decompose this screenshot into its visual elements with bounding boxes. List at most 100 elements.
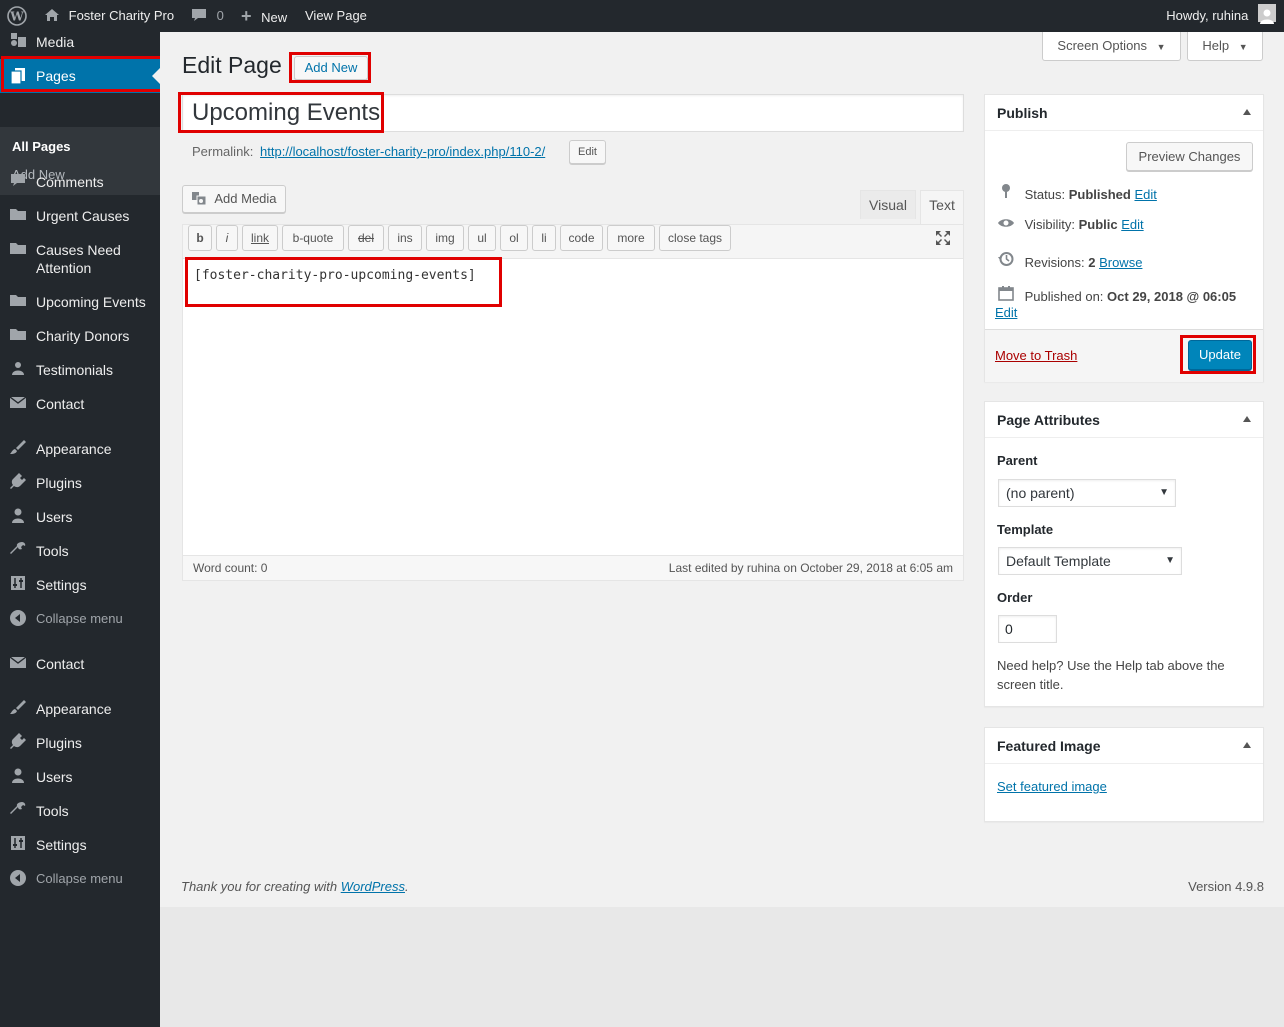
sidebar-item-media[interactable]: Media: [0, 32, 160, 52]
sidebar-item-causes-need-attention[interactable]: Causes Need Attention: [0, 240, 160, 280]
fullscreen-expand-icon[interactable]: [934, 229, 952, 247]
sidebar-item-urgent-causes[interactable]: Urgent Causes: [0, 206, 160, 226]
sidebar-item-users[interactable]: Users: [0, 507, 160, 527]
qt-more-button[interactable]: more: [607, 225, 655, 251]
sidebar-item-settings-2[interactable]: Settings: [0, 835, 160, 855]
admin-bar: W Foster Charity Pro 0 + New View Page H…: [0, 0, 1284, 32]
add-media-label: Add Media: [214, 191, 277, 206]
sidebar-item-tools[interactable]: Tools: [0, 541, 160, 561]
qt-code-label: code: [568, 231, 595, 245]
select-arrow-icon: ▼: [1159, 487, 1169, 498]
permalink-link[interactable]: http://localhost/foster-charity-pro/inde…: [260, 144, 545, 159]
order-input[interactable]: 0: [998, 615, 1057, 643]
visibility-edit-link[interactable]: Edit: [1121, 217, 1143, 232]
page-bottom-area: [160, 907, 1284, 1027]
revisions-row: Revisions: 2 Browse: [997, 251, 1142, 270]
revisions-browse-link[interactable]: Browse: [1099, 255, 1142, 270]
qt-link-button[interactable]: link: [242, 225, 278, 251]
sidebar-item-users-2[interactable]: Users: [0, 767, 160, 787]
wrench-icon: [8, 801, 28, 820]
qt-img-button[interactable]: img: [426, 225, 464, 251]
publish-header-divider: [985, 130, 1263, 131]
published-on-edit-link[interactable]: Edit: [995, 305, 1017, 320]
help-label: Help: [1202, 38, 1230, 53]
sidebar-item-plugins-2[interactable]: Plugins: [0, 733, 160, 753]
qt-italic-button[interactable]: i: [216, 225, 238, 251]
sidebar-item-pages[interactable]: Pages: [0, 59, 160, 93]
collapse-menu-label: Collapse menu: [36, 611, 123, 626]
tab-visual[interactable]: Visual: [860, 190, 916, 219]
qt-ol-button[interactable]: ol: [500, 225, 528, 251]
footer-thanks-suffix: .: [405, 879, 409, 894]
sidebar-item-plugins[interactable]: Plugins: [0, 473, 160, 493]
wordpress-logo-icon[interactable]: W: [7, 0, 27, 32]
qt-del-label: del: [357, 231, 374, 245]
qt-code-button[interactable]: code: [560, 225, 603, 251]
help-button[interactable]: Help ▼: [1187, 32, 1263, 61]
users-group-icon: [8, 360, 28, 379]
sidebar-item-tools-2[interactable]: Tools: [0, 801, 160, 821]
new-content-link[interactable]: + New: [241, 0, 287, 32]
qt-bquote-button[interactable]: b-quote: [282, 225, 344, 251]
add-media-button[interactable]: Add Media: [182, 185, 286, 213]
site-name-link[interactable]: Foster Charity Pro: [44, 0, 174, 32]
qt-del-button[interactable]: del: [348, 225, 384, 251]
sidebar-item-charity-donors[interactable]: Charity Donors: [0, 326, 160, 346]
qt-bquote-label: b-quote: [292, 231, 334, 245]
caret-down-icon: ▼: [1238, 42, 1248, 52]
plug-icon: [8, 473, 28, 492]
footer-wordpress-link[interactable]: WordPress: [341, 879, 405, 894]
sidebar-item-settings[interactable]: Settings: [0, 575, 160, 595]
comments-link[interactable]: 0: [191, 0, 224, 32]
template-select[interactable]: Default Template ▼: [998, 547, 1182, 575]
status-edit-link[interactable]: Edit: [1134, 187, 1156, 202]
comment-bubble-icon: [191, 8, 211, 23]
sidebar-label-settings: Settings: [36, 577, 87, 593]
qt-close-tags-button[interactable]: close tags: [659, 225, 731, 251]
qt-ins-button[interactable]: ins: [388, 225, 422, 251]
collapse-toggle-icon[interactable]: [1243, 109, 1251, 115]
qt-li-button[interactable]: li: [532, 225, 556, 251]
select-arrow-icon: ▼: [1165, 555, 1175, 566]
wrench-icon: [8, 541, 28, 560]
sidebar-item-contact-2[interactable]: Contact: [0, 654, 160, 674]
collapse-arrow-icon: [8, 869, 28, 890]
qt-ul-label: ul: [477, 231, 487, 245]
set-featured-image-link[interactable]: Set featured image: [997, 779, 1107, 794]
qt-ul-button[interactable]: ul: [468, 225, 496, 251]
permalink-label: Permalink:: [192, 144, 254, 159]
plug-icon: [8, 733, 28, 752]
parent-select[interactable]: (no parent) ▼: [998, 479, 1176, 507]
sidebar-item-appearance[interactable]: Appearance: [0, 439, 160, 459]
submenu-all-pages[interactable]: All Pages: [12, 139, 71, 154]
collapse-toggle-icon[interactable]: [1243, 742, 1251, 748]
add-new-label: Add New: [304, 60, 358, 75]
home-icon: [44, 8, 64, 23]
collapse-toggle-icon[interactable]: [1243, 416, 1251, 422]
featured-image-header-divider: [985, 763, 1263, 764]
preview-changes-button[interactable]: Preview Changes: [1126, 142, 1253, 171]
update-button[interactable]: Update: [1188, 340, 1252, 370]
sidebar-item-testimonials[interactable]: Testimonials: [0, 360, 160, 380]
settings-sliders-icon: [8, 575, 28, 594]
qt-bold-button[interactable]: b: [188, 225, 212, 251]
pin-icon: [997, 183, 1015, 202]
editor-textarea[interactable]: [183, 259, 963, 549]
sidebar-item-contact[interactable]: Contact: [0, 394, 160, 414]
qt-close-tags-label: close tags: [667, 231, 723, 245]
permalink-edit-button[interactable]: Edit: [569, 140, 606, 164]
tab-text[interactable]: Text: [920, 190, 964, 225]
sidebar-item-appearance-2[interactable]: Appearance: [0, 699, 160, 719]
post-title-input[interactable]: Upcoming Events: [182, 94, 964, 132]
move-to-trash-link[interactable]: Move to Trash: [995, 348, 1077, 363]
collapse-menu-button-2[interactable]: Collapse menu: [0, 869, 160, 889]
my-account-link[interactable]: Howdy, ruhina: [1166, 0, 1276, 32]
published-on-value: Oct 29, 2018 @ 06:05: [1107, 289, 1237, 304]
sidebar-item-upcoming-events[interactable]: Upcoming Events: [0, 292, 160, 312]
footer-version: Version 4.9.8: [1188, 879, 1264, 894]
add-new-page-button[interactable]: Add New: [294, 56, 368, 80]
collapse-menu-button[interactable]: Collapse menu: [0, 609, 160, 629]
sidebar-item-comments[interactable]: Comments: [0, 172, 160, 192]
view-page-link[interactable]: View Page: [305, 0, 367, 32]
screen-options-button[interactable]: Screen Options ▼: [1042, 32, 1181, 61]
